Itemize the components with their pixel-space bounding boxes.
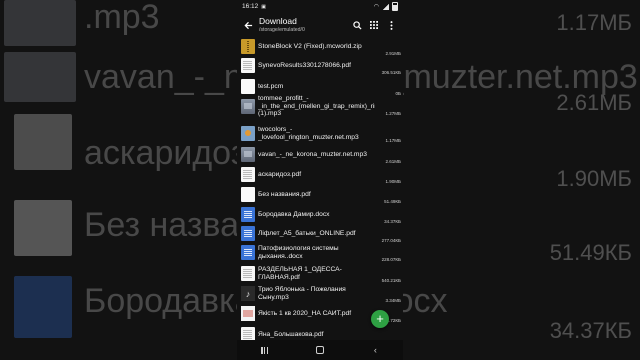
file-img2-icon xyxy=(241,126,255,141)
file-size: 306.51КБ xyxy=(381,70,401,75)
file-size: 51.49КБ xyxy=(384,199,401,204)
file-name: tommee_profitt_-_in_the_end_(mellen_gi_t… xyxy=(258,95,375,118)
file-name: twocolors_-_lovefool_rington_muzter.net.… xyxy=(258,126,359,141)
file-row[interactable]: StoneBlock V2 (Fixed).mcworld.zip 2.91МБ xyxy=(237,37,403,56)
file-row[interactable]: аскаридоз.pdf 1.90МБ xyxy=(237,165,403,184)
file-name: SynevoResults3301278066.pdf xyxy=(258,61,351,69)
file-doc-icon xyxy=(241,226,255,241)
file-size: 228.07КБ xyxy=(381,257,401,262)
file-name: Якість 1 кв 2020_НА САЙТ.pdf xyxy=(258,309,352,317)
file-pdf-icon xyxy=(241,266,255,281)
file-name: Яна_Большакова.pdf xyxy=(258,330,324,338)
app-toolbar: Download /storage/emulated/0 xyxy=(237,13,403,37)
file-row[interactable]: test.pcm 0Б xyxy=(237,77,403,96)
file-name: StoneBlock V2 (Fixed).mcworld.zip xyxy=(258,42,362,50)
status-time: 16:12 xyxy=(242,3,259,10)
file-size: 540.21КБ xyxy=(381,278,401,283)
search-icon[interactable] xyxy=(350,18,364,32)
file-size: 1.27МБ xyxy=(385,111,401,116)
file-music-icon: ♪ xyxy=(241,286,255,301)
file-img-icon xyxy=(241,99,255,114)
file-pdfred-icon xyxy=(241,306,255,321)
file-pdf-icon xyxy=(241,167,255,182)
back-arrow-icon[interactable] xyxy=(241,18,255,32)
folder-title: Download xyxy=(259,15,297,26)
system-nav-bar: ‹ xyxy=(237,340,403,360)
file-size: 1.90МБ xyxy=(385,179,401,184)
nav-back-button[interactable]: ‹ xyxy=(360,341,390,359)
file-row[interactable]: РАЗДЕЛЬНАЯ 1_ОДЕССА-ГЛАВНАЯ.pdf 540.21КБ xyxy=(237,264,403,283)
file-row[interactable]: tommee_profitt_-_in_the_end_(mellen_gi_t… xyxy=(237,95,403,118)
file-size: 2.61МБ xyxy=(385,159,401,164)
file-size: 0Б xyxy=(395,91,401,96)
notification-icon: ▣ xyxy=(261,3,267,10)
file-row[interactable]: Без названия.pdf 51.49КБ xyxy=(237,185,403,204)
phone-screen: 16:12 ▣ ◠ Download /storage/emulated/0 S… xyxy=(237,0,403,360)
folder-title-block[interactable]: Download /storage/emulated/0 xyxy=(259,17,350,34)
file-row[interactable]: ♪ Трио Яблонька - Пожелания Сыну.mp3 3.34М… xyxy=(237,284,403,303)
file-doc-icon xyxy=(241,207,255,222)
file-name: Трио Яблонька - Пожелания Сыну.mp3 xyxy=(258,286,346,301)
file-name: Лiфлет_А5_батьки_ONLINE.pdf xyxy=(258,229,356,237)
file-pdf-icon xyxy=(241,58,255,73)
file-doc-icon xyxy=(241,245,255,260)
add-fab-button[interactable]: + xyxy=(371,310,389,328)
file-name: аскаридоз.pdf xyxy=(258,170,302,178)
status-bar: 16:12 ▣ ◠ xyxy=(237,0,403,13)
file-name: vavan_-_ne_korona_muzter.net.mp3 xyxy=(258,150,367,158)
more-vert-icon[interactable] xyxy=(384,18,398,32)
battery-icon xyxy=(392,2,398,11)
file-row[interactable]: Патофизиология системы дыхания..docx 228.… xyxy=(237,243,403,262)
file-name: test.pcm xyxy=(258,82,284,90)
file-size: 3.34МБ xyxy=(385,298,401,303)
file-row[interactable]: Бородавка Дамир.docx 34.37КБ xyxy=(237,205,403,224)
file-row[interactable]: SynevoResults3301278066.pdf 306.51КБ xyxy=(237,56,403,75)
file-row[interactable]: vavan_-_ne_korona_muzter.net.mp3 2.61МБ xyxy=(237,145,403,164)
file-blank-icon xyxy=(241,79,255,94)
file-name: РАЗДЕЛЬНАЯ 1_ОДЕССА-ГЛАВНАЯ.pdf xyxy=(258,266,342,281)
file-zip-icon xyxy=(241,39,255,54)
folder-path: /storage/emulated/0 xyxy=(259,27,305,34)
grid-view-icon[interactable] xyxy=(367,18,381,32)
file-row[interactable]: Лiфлет_А5_батьки_ONLINE.pdf 277.04КБ xyxy=(237,224,403,243)
file-name: Без названия.pdf xyxy=(258,190,311,198)
file-row[interactable]: twocolors_-_lovefool_rington_muzter.net.… xyxy=(237,124,403,143)
file-img-icon xyxy=(241,147,255,162)
signal-icon xyxy=(382,3,389,10)
recent-apps-button[interactable] xyxy=(250,341,280,359)
file-name: Бородавка Дамир.docx xyxy=(258,210,330,218)
home-button[interactable] xyxy=(305,341,335,359)
file-blank-icon xyxy=(241,187,255,202)
file-name: Патофизиология системы дыхания..docx xyxy=(258,245,339,260)
file-size: 1.17МБ xyxy=(385,138,401,143)
wifi-icon: ◠ xyxy=(373,4,379,10)
